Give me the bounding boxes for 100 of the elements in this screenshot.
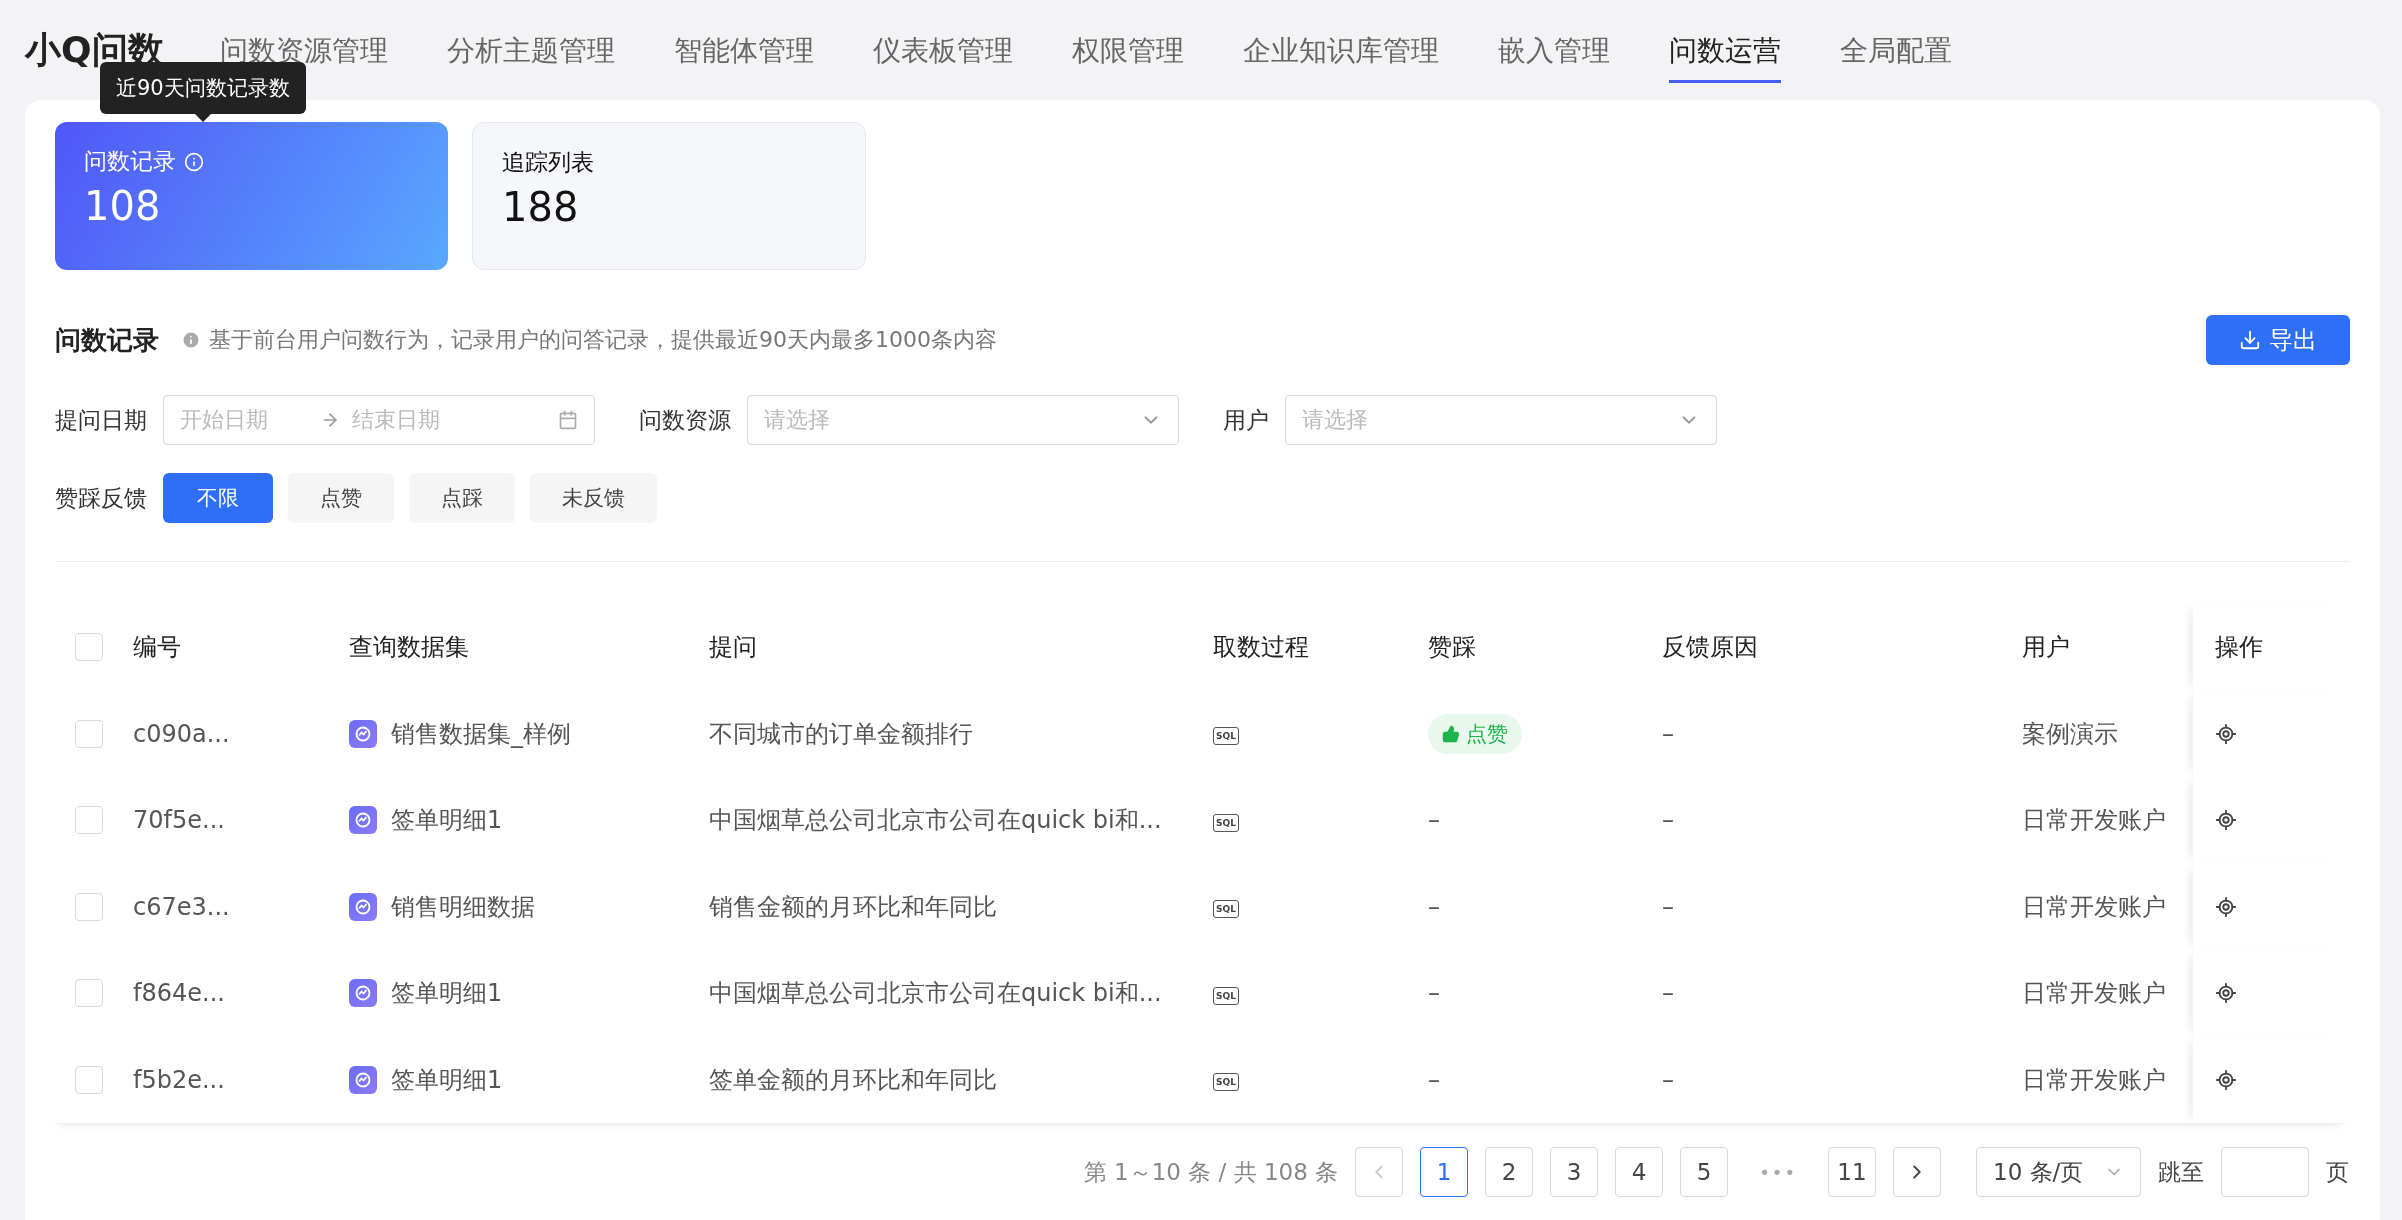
page-button[interactable]: 11: [1828, 1147, 1876, 1197]
section-description: 基于前台用户问数行为，记录用户的问答记录，提供最近90天内最多1000条内容: [209, 326, 998, 354]
table-cell: –: [1428, 806, 1440, 835]
table-cell-text: 中国烟草总公司北京市公司在quick bi和...: [709, 978, 1163, 1010]
table-cell-text: –: [1662, 892, 1675, 921]
export-button[interactable]: 导出: [2206, 315, 2350, 365]
thumbs-up-icon: [1442, 724, 1460, 743]
table-cell: –: [1428, 892, 1440, 921]
table-cell-text: 日常开发账户: [2022, 1064, 2167, 1096]
table-cell-text: 签单明细1: [391, 805, 503, 837]
checkbox[interactable]: [75, 1065, 103, 1094]
nav-tab[interactable]: 嵌入管理: [1497, 17, 1610, 83]
locate-icon[interactable]: [2215, 895, 2237, 918]
locate-icon[interactable]: [2215, 722, 2237, 745]
nav-tab[interactable]: 全局配置: [1839, 17, 1952, 83]
checkbox[interactable]: [75, 892, 103, 921]
stat-label: 追踪列表: [502, 148, 594, 177]
dataset-icon: [349, 1065, 377, 1094]
table-cell-text: 中国烟草总公司北京市公司在quick bi和...: [709, 805, 1163, 837]
table-cell-text: 签单明细1: [391, 978, 503, 1010]
feedback-option[interactable]: 点赞: [288, 473, 394, 523]
sql-badge[interactable]: SQL: [1213, 900, 1239, 919]
column-header: 用户: [2022, 632, 2071, 664]
table-cell-text: f5b2e...: [133, 1065, 226, 1094]
like-tag: 点赞: [1428, 713, 1522, 754]
locate-icon[interactable]: [2215, 809, 2237, 832]
sql-badge[interactable]: SQL: [1213, 986, 1239, 1005]
filter-label: 提问日期: [55, 405, 147, 435]
next-page-button[interactable]: [1893, 1147, 1941, 1197]
table-cell-text: 日常开发账户: [2022, 978, 2167, 1010]
filter-label: 问数资源: [639, 405, 731, 435]
nav-tab[interactable]: 权限管理: [1071, 17, 1184, 83]
table-cell-text: 70f5e...: [133, 806, 226, 835]
feedback-option[interactable]: 点踩: [409, 473, 515, 523]
feedback-option[interactable]: 不限: [163, 473, 273, 523]
sql-badge[interactable]: SQL: [1213, 1073, 1239, 1092]
column-header: 编号: [133, 632, 182, 664]
dataset-icon: [349, 806, 377, 835]
dataset-icon: [349, 719, 377, 748]
table-cell-text: c090a...: [133, 719, 231, 748]
table-cell-text: 销售数据集_样例: [391, 718, 571, 750]
table-cell-text: c67e3...: [133, 892, 231, 921]
dataset-icon: [349, 979, 377, 1008]
column-header: 提问: [709, 632, 758, 664]
table-cell-text: 销售明细数据: [391, 891, 535, 923]
jump-suffix: 页: [2326, 1157, 2349, 1187]
page-size-select[interactable]: 10 条/页: [1976, 1147, 2141, 1197]
nav-tab[interactable]: 分析主题管理: [446, 17, 615, 83]
table-cell-text: 不同城市的订单金额排行: [709, 718, 974, 750]
stat-value: 188: [502, 184, 580, 230]
page-button[interactable]: 5: [1680, 1147, 1729, 1197]
nav-tab[interactable]: 问数运营: [1668, 17, 1781, 83]
column-header: 取数过程: [1213, 632, 1310, 664]
nav-tab[interactable]: 企业知识库管理: [1242, 17, 1439, 83]
checkbox[interactable]: [75, 979, 103, 1008]
table-cell-text: 销售金额的月环比和年同比: [709, 891, 998, 923]
filter-label: 赞踩反馈: [55, 483, 147, 513]
table-cell-text: –: [1662, 1065, 1675, 1094]
info-icon[interactable]: [184, 151, 204, 172]
nav-tab[interactable]: 智能体管理: [673, 17, 814, 83]
table-cell: –: [1428, 1065, 1440, 1094]
stat-label: 问数记录: [84, 147, 176, 176]
locate-icon[interactable]: [2215, 1068, 2237, 1091]
table-cell-text: 签单明细1: [391, 1064, 503, 1096]
checkbox[interactable]: [75, 806, 103, 835]
table-cell-text: 日常开发账户: [2022, 891, 2167, 923]
stat-value: 108: [84, 183, 162, 229]
section-title: 问数记录: [55, 323, 159, 357]
column-header: 操作: [2215, 632, 2263, 664]
calendar-icon: [558, 410, 578, 430]
dataset-icon: [349, 892, 377, 921]
table-cell-text: –: [1662, 719, 1675, 748]
nav-tab[interactable]: 仪表板管理: [872, 17, 1013, 83]
page-button[interactable]: 3: [1550, 1147, 1599, 1197]
table-cell: –: [1428, 979, 1440, 1008]
feedback-option[interactable]: 未反馈: [530, 473, 657, 523]
table-cell-text: 案例演示: [2022, 718, 2119, 750]
stat-card[interactable]: 追踪列表 188: [472, 122, 866, 270]
page-button[interactable]: 4: [1615, 1147, 1664, 1197]
tooltip-arrow-icon: [194, 114, 211, 122]
column-header: 赞踩: [1428, 632, 1477, 664]
table-cell-text: 日常开发账户: [2022, 805, 2167, 837]
jump-label: 跳至: [2158, 1157, 2204, 1187]
column-header: 查询数据集: [349, 632, 470, 664]
page-button[interactable]: 2: [1485, 1147, 1534, 1197]
table-cell-text: f864e...: [133, 979, 226, 1008]
pagination-summary: 第 1～10 条 / 共 108 条: [1083, 1157, 1339, 1187]
table-cell-text: 签单金额的月环比和年同比: [709, 1064, 998, 1096]
sql-badge[interactable]: SQL: [1213, 727, 1239, 746]
table-cell-text: –: [1662, 806, 1675, 835]
jump-input[interactable]: [2221, 1147, 2309, 1197]
locate-icon[interactable]: [2215, 982, 2237, 1005]
table-cell-text: –: [1662, 979, 1675, 1008]
sql-badge[interactable]: SQL: [1213, 813, 1239, 832]
download-icon: [2239, 329, 2261, 351]
page-button[interactable]: 1: [1420, 1147, 1469, 1197]
checkbox[interactable]: [75, 719, 103, 748]
stat-card[interactable]: 问数记录 108: [55, 122, 448, 270]
checkbox[interactable]: [75, 633, 103, 662]
filter-label: 用户: [1223, 405, 1269, 435]
